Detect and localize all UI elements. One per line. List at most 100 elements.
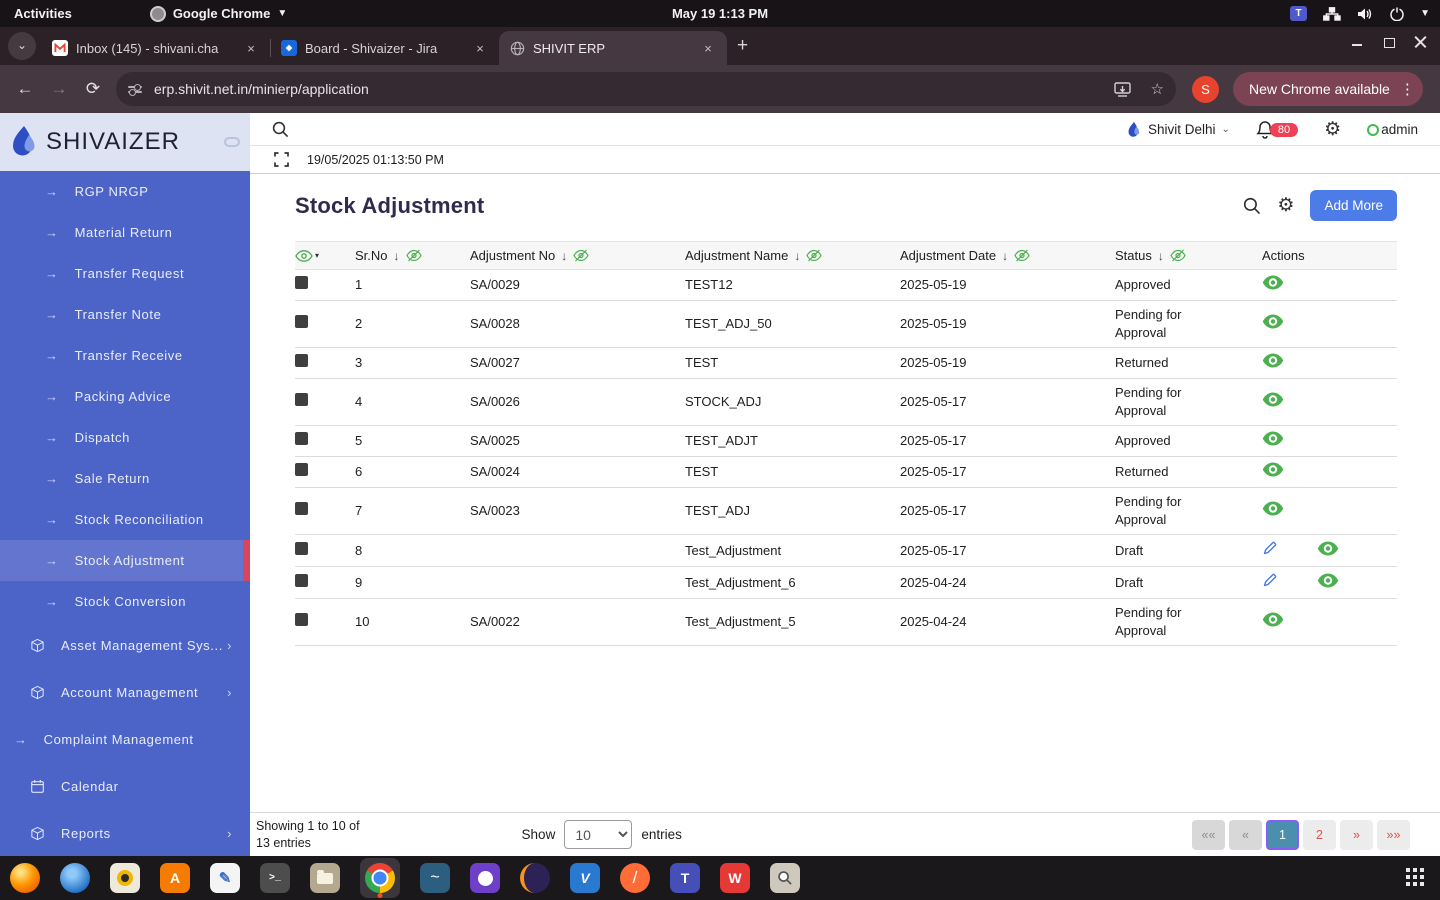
clock[interactable]: May 19 1:13 PM: [672, 6, 768, 21]
column-header[interactable]: Sr.No: [355, 248, 388, 263]
sidebar-item-rgp-nrgp[interactable]: → RGP NRGP: [0, 171, 250, 212]
minimize-icon[interactable]: [1350, 35, 1364, 49]
tab-close-icon[interactable]: ×: [242, 41, 260, 56]
header-search-icon[interactable]: [272, 121, 289, 138]
column-header[interactable]: Adjustment Name: [685, 248, 788, 263]
sort-icon[interactable]: ↓: [794, 249, 800, 263]
header-settings-icon[interactable]: ⚙: [1324, 118, 1341, 141]
hide-column-icon[interactable]: [573, 249, 589, 262]
column-header[interactable]: Adjustment Date: [900, 248, 996, 263]
row-checkbox[interactable]: [295, 393, 308, 406]
bookmark-star-icon[interactable]: ☆: [1151, 80, 1164, 98]
app-center-icon[interactable]: A: [160, 863, 190, 893]
sidebar-item-dispatch[interactable]: → Dispatch: [0, 417, 250, 458]
page-size-select[interactable]: 10: [564, 820, 633, 849]
fullscreen-icon[interactable]: [274, 152, 289, 167]
column-header[interactable]: Adjustment No: [470, 248, 555, 263]
install-icon[interactable]: [1113, 81, 1133, 97]
sidebar-item-sale-return[interactable]: → Sale Return: [0, 458, 250, 499]
tab-search-button[interactable]: ⌄: [8, 32, 36, 60]
sidebar-item-complaint-management[interactable]: → Complaint Management: [0, 716, 250, 763]
view-icon[interactable]: [1262, 353, 1284, 368]
app-menu[interactable]: Google Chrome ▼: [149, 5, 287, 22]
files-icon[interactable]: [310, 863, 340, 893]
sidebar-item-transfer-receive[interactable]: → Transfer Receive: [0, 335, 250, 376]
table-search-icon[interactable]: [1243, 197, 1261, 215]
row-checkbox[interactable]: [295, 613, 308, 626]
row-checkbox[interactable]: [295, 502, 308, 515]
edit-icon[interactable]: [1262, 572, 1278, 588]
thunderbird-icon[interactable]: [60, 863, 90, 893]
sidebar-item-stock-reconciliation[interactable]: → Stock Reconciliation: [0, 499, 250, 540]
page-1-button[interactable]: 1: [1266, 819, 1299, 850]
table-settings-icon[interactable]: ⚙: [1277, 194, 1294, 217]
github-desktop-icon[interactable]: [470, 863, 500, 893]
forward-icon[interactable]: →: [42, 79, 76, 99]
sidebar-item-stock-adjustment[interactable]: → Stock Adjustment: [0, 540, 250, 581]
reload-icon[interactable]: ⟳: [76, 79, 110, 99]
view-icon[interactable]: [1262, 501, 1284, 516]
app-grid-icon[interactable]: [1406, 868, 1426, 888]
close-icon[interactable]: [1414, 35, 1428, 49]
row-checkbox[interactable]: [295, 541, 308, 555]
text-editor-icon[interactable]: ✎: [210, 863, 240, 893]
view-icon[interactable]: [1317, 541, 1339, 556]
row-checkbox[interactable]: [295, 432, 308, 445]
url-text[interactable]: erp.shivit.net.in/minierp/application: [154, 81, 1114, 97]
hide-column-icon[interactable]: [1170, 249, 1186, 262]
profile-avatar[interactable]: S: [1192, 75, 1219, 103]
sidebar-toggle[interactable]: [224, 137, 240, 147]
view-icon[interactable]: [1262, 392, 1284, 407]
location-selector[interactable]: Shivit Delhi ⌄: [1127, 121, 1230, 139]
sidebar-item-asset-management[interactable]: Asset Management Sys... ›: [0, 622, 250, 669]
user-menu[interactable]: admin: [1367, 122, 1418, 137]
view-icon[interactable]: [1262, 275, 1284, 290]
chrome-dock-icon[interactable]: [360, 858, 400, 898]
row-checkbox[interactable]: [295, 315, 308, 328]
tab-jira[interactable]: Board - Shivaizer - Jira ×: [271, 31, 499, 65]
hide-column-icon[interactable]: [806, 249, 823, 262]
activities-button[interactable]: Activities: [14, 6, 72, 21]
sidebar-item-account-management[interactable]: Account Management ›: [0, 669, 250, 716]
address-bar[interactable]: erp.shivit.net.in/minierp/application ☆: [116, 72, 1176, 106]
view-icon[interactable]: [1262, 462, 1284, 477]
system-tray[interactable]: T ▼: [1290, 6, 1430, 21]
tab-shivit-erp[interactable]: SHIVIT ERP ×: [499, 31, 727, 65]
screenshot-tool-icon[interactable]: [770, 863, 800, 893]
teams-icon[interactable]: T: [670, 863, 700, 893]
sort-icon[interactable]: ↓: [561, 249, 567, 263]
row-checkbox[interactable]: [295, 354, 308, 367]
wps-office-icon[interactable]: W: [720, 863, 750, 893]
sidebar-item-stock-conversion[interactable]: → Stock Conversion: [0, 581, 250, 622]
postman-icon[interactable]: /: [620, 863, 650, 893]
tab-close-icon[interactable]: ×: [699, 41, 717, 56]
view-icon[interactable]: [1317, 573, 1339, 588]
restore-icon[interactable]: [1382, 35, 1396, 49]
notifications-button[interactable]: 80: [1256, 120, 1299, 139]
sidebar-item-transfer-request[interactable]: → Transfer Request: [0, 253, 250, 294]
new-tab-button[interactable]: +: [737, 35, 748, 57]
chrome-update-button[interactable]: New Chrome available ⋮: [1233, 72, 1423, 106]
next-page-button[interactable]: »: [1340, 819, 1373, 850]
hide-column-icon[interactable]: [1014, 249, 1030, 262]
terminal-icon[interactable]: >_: [260, 863, 290, 893]
mysql-workbench-icon[interactable]: ~: [420, 863, 450, 893]
sidebar-item-transfer-note[interactable]: → Transfer Note: [0, 294, 250, 335]
view-icon[interactable]: [1262, 612, 1284, 627]
row-checkbox[interactable]: [295, 276, 308, 289]
vscode-icon[interactable]: V: [570, 863, 600, 893]
column-visibility-button[interactable]: ▾: [295, 249, 355, 262]
prev-page-button[interactable]: «: [1229, 819, 1262, 850]
add-more-button[interactable]: Add More: [1310, 190, 1397, 221]
eclipse-icon[interactable]: [520, 863, 550, 893]
view-icon[interactable]: [1262, 431, 1284, 446]
site-settings-icon[interactable]: [128, 84, 142, 96]
sort-icon[interactable]: ↓: [394, 249, 400, 263]
sidebar-item-calendar[interactable]: Calendar: [0, 763, 250, 810]
tab-close-icon[interactable]: ×: [471, 41, 489, 56]
sidebar-item-packing-advice[interactable]: → Packing Advice: [0, 376, 250, 417]
first-page-button[interactable]: ««: [1192, 819, 1225, 850]
sort-icon[interactable]: ↓: [1002, 249, 1008, 263]
back-icon[interactable]: ←: [8, 79, 42, 99]
edit-icon[interactable]: [1262, 540, 1278, 556]
